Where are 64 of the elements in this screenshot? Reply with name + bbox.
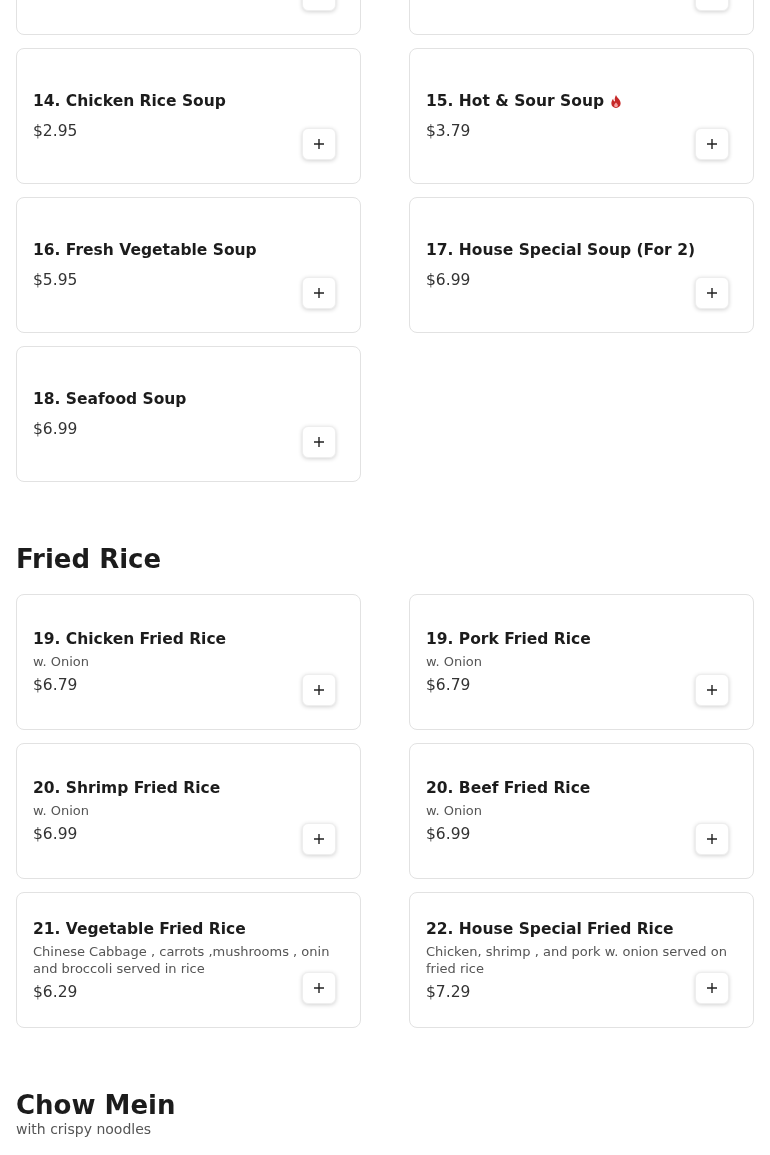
plus-icon	[707, 834, 717, 844]
menu-item-card[interactable]: 14. Chicken Rice Soup $2.95	[16, 48, 361, 184]
dish-price: $6.99	[426, 824, 471, 845]
dish-name: 19. Pork Fried Rice	[426, 629, 591, 650]
dish-price: $6.79	[33, 675, 78, 696]
menu-item-card[interactable]: 21. Vegetable Fried Rice Chinese Cabbage , carrots ,mushrooms , onin and broccoli served in rice $6.29	[16, 892, 361, 1028]
plus-icon	[314, 983, 324, 993]
menu-item-card[interactable]: 20. Shrimp Fried Rice w. Onion $6.99	[16, 743, 361, 879]
add-button[interactable]	[695, 972, 729, 1004]
dish-price: $3.79	[426, 121, 471, 142]
dish-price: $5.95	[33, 270, 78, 291]
plus-icon	[314, 437, 324, 447]
dish-price: $7.29	[426, 981, 471, 1003]
dish-description: w. Onion	[426, 653, 483, 670]
add-button[interactable]	[302, 128, 336, 160]
plus-icon	[314, 834, 324, 844]
dish-price: $6.99	[426, 270, 471, 291]
dish-price: $2.95	[33, 121, 78, 142]
menu-item-card[interactable]: 22. House Special Fried Rice Chicken, shrimp , and pork w. onion served on fried rice $7.29	[409, 892, 754, 1028]
add-button[interactable]	[695, 277, 729, 309]
dish-name: 15. Hot & Sour Soup	[426, 91, 605, 112]
menu-item-card[interactable]: 18. Seafood Soup $6.99	[16, 346, 361, 482]
menu-item-card[interactable]: 16. Fresh Vegetable Soup $5.95	[16, 197, 361, 333]
dish-price: $6.79	[426, 675, 471, 696]
add-button[interactable]	[302, 426, 336, 458]
dish-name: 20. Shrimp Fried Rice	[33, 778, 221, 799]
dish-name: 16. Fresh Vegetable Soup	[33, 240, 257, 261]
dish-name: 17. House Special Soup (For 2)	[426, 240, 696, 261]
add-button[interactable]	[302, 972, 336, 1004]
plus-icon	[707, 685, 717, 695]
plus-icon	[707, 288, 717, 298]
dish-description: Chinese Cabbage , carrots ,mushrooms , onin and broccoli served in rice	[33, 942, 331, 977]
dish-name: 20. Beef Fried Rice	[426, 778, 591, 799]
menu-item-card[interactable]: 20. Beef Fried Rice w. Onion $6.99	[409, 743, 754, 879]
dish-description: w. Onion	[33, 802, 90, 819]
dish-description: w. Onion	[426, 802, 483, 819]
dish-price: $6.29	[33, 981, 78, 1003]
plus-icon	[314, 288, 324, 298]
plus-icon	[314, 685, 324, 695]
section-subtitle: with crispy noodles	[16, 1121, 153, 1137]
dish-description: w. Onion	[33, 653, 90, 670]
plus-icon	[707, 983, 717, 993]
dish-description: Chicken, shrimp , and pork w. onion served on fried rice	[426, 942, 728, 977]
dish-name: 21. Vegetable Fried Rice	[33, 918, 246, 940]
dish-price: $6.99	[33, 824, 78, 845]
add-button[interactable]	[695, 674, 729, 706]
menu-item-card[interactable]: 19. Pork Fried Rice w. Onion $6.79	[409, 594, 754, 730]
plus-icon	[314, 139, 324, 149]
menu-item-card[interactable]: 15. Hot & Sour Soup $3.79	[409, 48, 754, 184]
add-button[interactable]	[695, 823, 729, 855]
section-heading: Fried Rice	[16, 544, 163, 574]
menu-item-card[interactable]: 19. Chicken Fried Rice w. Onion $6.79	[16, 594, 361, 730]
dish-name: 18. Seafood Soup	[33, 389, 187, 410]
add-button[interactable]	[302, 277, 336, 309]
dish-name: 22. House Special Fried Rice	[426, 918, 674, 940]
dish-price: $6.99	[33, 419, 78, 440]
add-button[interactable]	[695, 128, 729, 160]
section-heading: Chow Mein	[16, 1090, 177, 1120]
add-button[interactable]	[302, 823, 336, 855]
menu-item-card[interactable]: 17. House Special Soup (For 2) $6.99	[409, 197, 754, 333]
plus-icon	[707, 139, 717, 149]
dish-name: 19. Chicken Fried Rice	[33, 629, 227, 650]
dish-name: 14. Chicken Rice Soup	[33, 91, 226, 112]
add-button[interactable]	[302, 674, 336, 706]
